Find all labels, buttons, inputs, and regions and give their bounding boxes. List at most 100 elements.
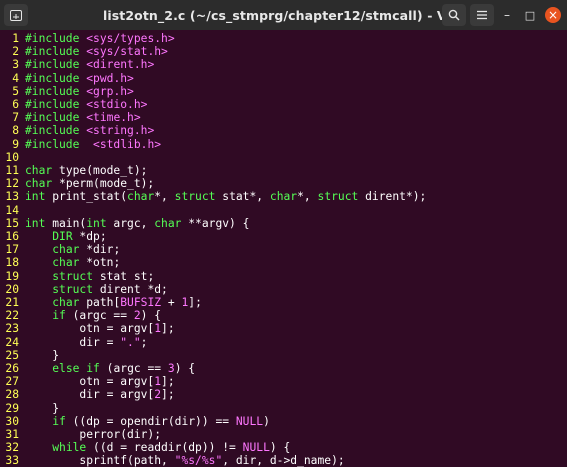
code-line[interactable]: 30 if ((dp = opendir(dir)) == NULL) <box>0 415 270 428</box>
code-token: main( <box>45 216 87 230</box>
code-token: else <box>52 362 80 375</box>
line-number: 20 <box>5 282 19 296</box>
code-line[interactable]: 15 int main(int argc, char **argv) { <box>0 217 249 230</box>
code-line[interactable]: 28 dir = argv[2]; <box>0 388 174 401</box>
line-number: 10 <box>5 150 19 164</box>
line-number: 21 <box>5 296 19 309</box>
code-line[interactable]: 13 int print_stat(char*, struct stat*, ch… <box>0 190 426 203</box>
line-number: 16 <box>5 230 19 243</box>
vim-editor-buffer[interactable]: 1 #include <sys/types.h> 2 #include <sys/st… <box>0 30 567 467</box>
code-token: char <box>52 243 80 257</box>
code-line[interactable]: 24 dir = "."; <box>0 336 147 349</box>
code-line[interactable]: 1 #include <sys/types.h> <box>0 32 175 45</box>
line-number: 31 <box>5 428 19 441</box>
code-token: ]; <box>161 322 175 336</box>
code-text: struct dirent *d; <box>19 283 168 296</box>
code-line[interactable]: 18 char *otn; <box>0 256 120 269</box>
code-text: char *otn; <box>19 256 120 269</box>
code-line[interactable]: 5 #include <grp.h> <box>0 85 134 98</box>
code-text: #include <pwd.h> <box>19 72 134 85</box>
line-number: 22 <box>5 309 19 323</box>
line-number: 6 <box>12 98 19 111</box>
minimize-button[interactable]: – <box>499 7 515 23</box>
code-text: dir = argv[2]; <box>19 388 174 401</box>
search-button[interactable] <box>442 4 466 26</box>
code-text: #include <time.h> <box>19 111 141 124</box>
code-text: if (argc == 2) { <box>19 309 161 322</box>
code-line[interactable]: 14 <box>0 204 25 217</box>
code-line[interactable]: 27 otn = argv[1]; <box>0 375 174 389</box>
code-token: *, <box>154 190 175 204</box>
code-text: dir = "."; <box>19 336 147 349</box>
code-text: #include <sys/types.h> <box>19 32 175 45</box>
line-number: 8 <box>12 124 19 138</box>
code-token: if <box>52 309 66 323</box>
code-line[interactable]: 26 else if (argc == 3) { <box>0 362 195 375</box>
code-line[interactable]: 25 } <box>0 349 59 362</box>
close-button[interactable]: × <box>545 7 561 23</box>
code-token: otn = argv[ <box>25 322 155 336</box>
code-token: DIR <box>52 230 73 243</box>
code-line[interactable]: 9 #include <stdlib.h> <box>0 138 161 151</box>
code-line[interactable]: 4 #include <pwd.h> <box>0 72 134 85</box>
line-number: 25 <box>5 348 19 362</box>
line-number: 26 <box>5 362 19 375</box>
code-text: #include <dirent.h> <box>19 58 154 71</box>
code-token: ) { <box>140 309 162 323</box>
code-line[interactable]: 31 perror(dir); <box>0 428 161 441</box>
code-token: NULL <box>235 414 264 428</box>
menu-button[interactable] <box>470 4 494 26</box>
code-token: #include <box>25 84 80 98</box>
code-token: *perm(mode_t); <box>52 177 155 191</box>
code-text: char type(mode_t); <box>19 164 147 177</box>
code-token: dir = <box>25 335 121 349</box>
code-text: char path[BUFSIZ + 1]; <box>19 296 202 309</box>
code-line[interactable]: 21 char path[BUFSIZ + 1]; <box>0 296 202 309</box>
code-line[interactable]: 20 struct dirent *d; <box>0 282 168 296</box>
line-number: 17 <box>5 243 19 257</box>
code-line[interactable]: 29 } <box>0 402 59 415</box>
code-token: } <box>25 348 60 362</box>
code-line[interactable]: 32 while ((d = readdir(dp)) != NULL) { <box>0 441 290 454</box>
line-number: 24 <box>5 335 19 349</box>
maximize-button[interactable]: □ <box>522 7 538 23</box>
code-token: struct <box>174 190 216 204</box>
code-token: otn = argv[ <box>25 375 155 389</box>
code-token: dirent*); <box>358 190 427 204</box>
code-token: (argc == <box>65 309 134 323</box>
code-text: #include <sys/stat.h> <box>19 45 168 58</box>
code-token: 2 <box>133 309 141 323</box>
code-token: ) <box>263 414 270 428</box>
code-line[interactable]: 8 #include <string.h> <box>0 124 154 137</box>
code-token: #include <box>25 71 80 85</box>
code-text: int main(int argc, char **argv) { <box>19 217 249 230</box>
code-line[interactable]: 11 char type(mode_t); <box>0 164 147 177</box>
code-line[interactable]: 2 #include <sys/stat.h> <box>0 45 168 58</box>
code-token: #include <box>25 137 80 151</box>
code-token: argc, <box>106 216 155 230</box>
code-token: *dir; <box>79 243 121 257</box>
code-token: (argc == <box>99 362 168 375</box>
code-line[interactable]: 23 otn = argv[1]; <box>0 322 175 336</box>
code-line[interactable]: 10 <box>0 151 25 164</box>
code-line[interactable]: 6 #include <stdio.h> <box>0 98 147 111</box>
code-line[interactable]: 7 #include <time.h> <box>0 111 141 124</box>
code-token: char <box>52 296 80 309</box>
code-line[interactable]: 17 char *dir; <box>0 243 120 256</box>
code-text: int print_stat(char*, struct stat*, char… <box>19 190 426 203</box>
code-line[interactable]: 33 sprintf(path, "%s/%s", dir, d->d_name… <box>0 454 344 467</box>
code-line[interactable]: 22 if (argc == 2) { <box>0 309 161 322</box>
code-line[interactable]: 19 struct stat st; <box>0 270 154 283</box>
code-token: if <box>86 362 100 375</box>
code-line[interactable]: 3 #include <dirent.h> <box>0 58 154 71</box>
code-line[interactable]: 16 DIR *dp; <box>0 230 106 243</box>
line-number: 13 <box>5 190 19 204</box>
code-token: <sys/stat.h> <box>86 45 168 59</box>
code-line[interactable]: 12 char *perm(mode_t); <box>0 177 154 190</box>
